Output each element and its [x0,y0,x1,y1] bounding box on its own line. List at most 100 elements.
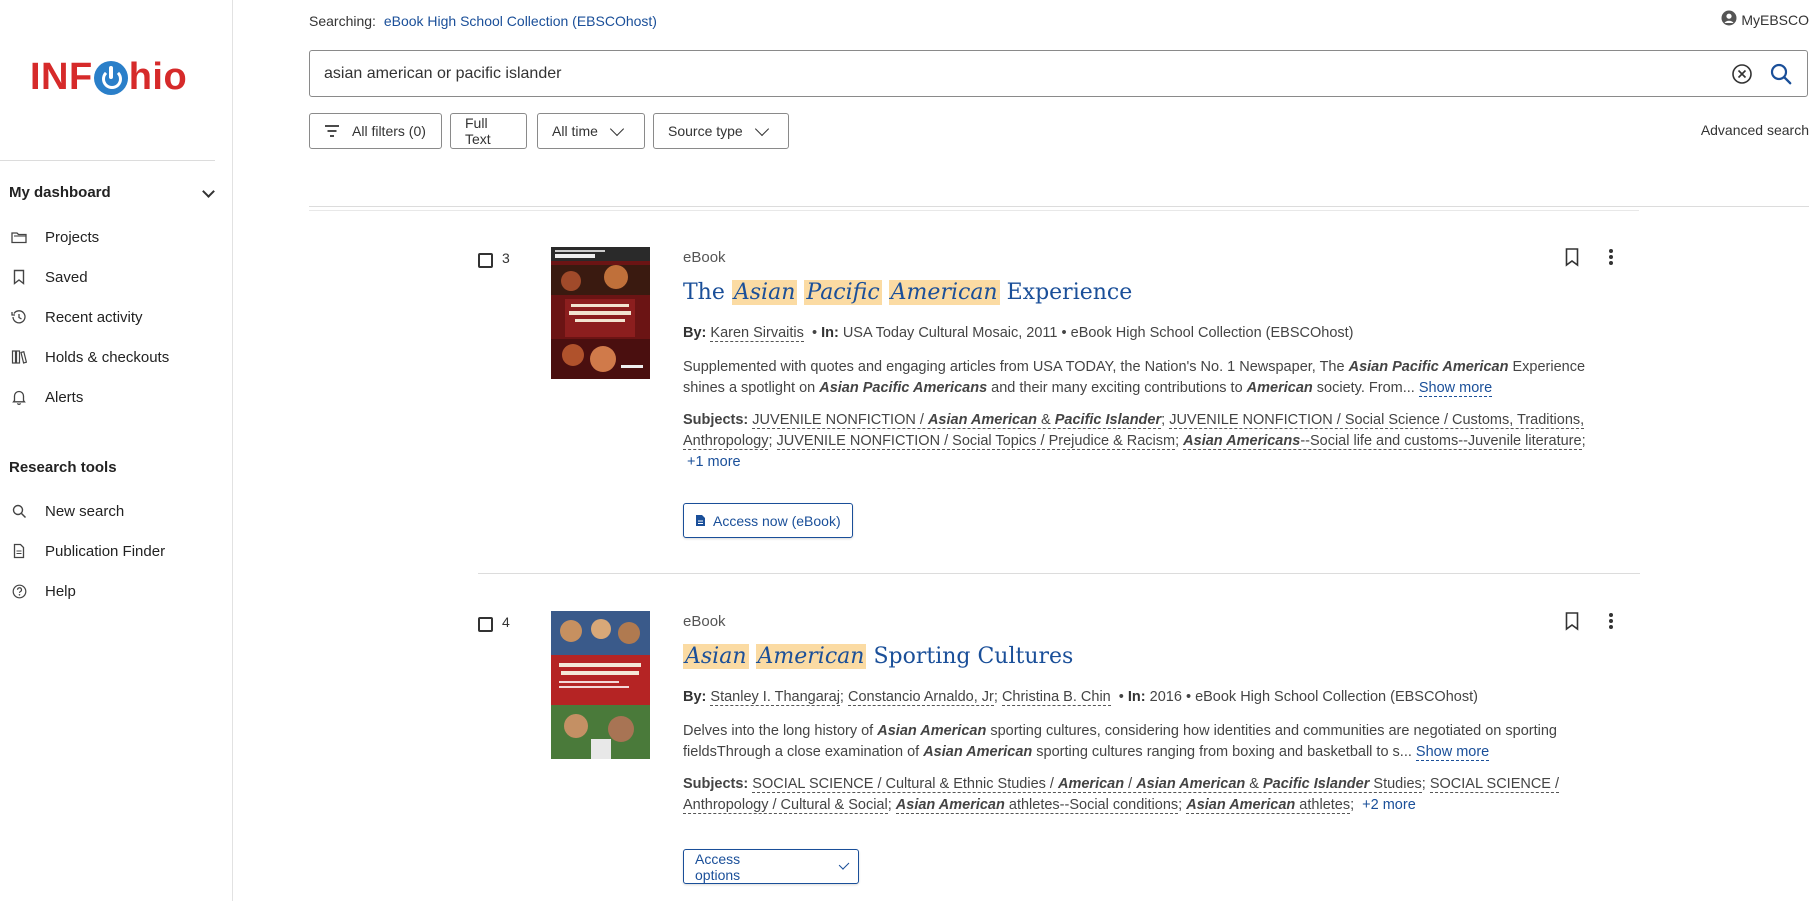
result-meta: By: Karen Sirvaitis • In: USA Today Cult… [683,325,1354,342]
title-highlight: Asian [731,280,798,305]
result-type: eBook [683,249,726,266]
sidebar-item-label: Alerts [45,388,84,406]
sidebar-item-label: Saved [45,268,88,286]
sidebar-item-label: New search [45,502,125,520]
more-subjects-link[interactable]: +1 more [687,454,741,470]
full-text-button[interactable]: Full Text [450,113,527,149]
sidebar-item-projects[interactable]: Projects [10,225,99,249]
select-checkbox[interactable] [478,253,493,268]
subject-link[interactable]: JUVENILE NONFICTION / Social Topics / Pr… [776,433,1176,450]
search-input[interactable] [324,61,1704,87]
source-text: USA Today Cultural Mosaic, 2011 [842,325,1058,341]
bookmark-icon [10,268,28,286]
chevron-down-icon [609,121,624,136]
all-filters-label: All filters (0) [352,123,426,139]
show-more-link[interactable]: Show more [1418,380,1493,397]
all-filters-button[interactable]: All filters (0) [309,113,442,149]
source-type-dropdown[interactable]: Source type [653,113,789,149]
more-subjects-link[interactable]: +2 more [1362,797,1416,813]
bookmark-icon[interactable] [1563,611,1581,635]
sidebar-item-alerts[interactable]: Alerts [10,385,83,409]
author-link[interactable]: Constancio Arnaldo, Jr [847,689,994,706]
by-label: By: [683,325,707,341]
research-tools-heading: Research tools [9,459,117,476]
title-highlight: Pacific [804,280,882,305]
sidebar-item-label: Projects [45,228,100,246]
sidebar-divider [0,160,215,161]
result-subjects: Subjects: JUVENILE NONFICTION / Asian Am… [683,412,1586,470]
sidebar-item-new-search[interactable]: New search [10,499,124,523]
header-divider [309,206,1809,207]
chevron-down-icon [754,121,769,136]
sidebar-item-help[interactable]: Help [10,579,76,603]
author-link[interactable]: Christina B. Chin [1001,689,1111,706]
show-more-link[interactable]: Show more [1415,744,1490,761]
pdf-icon [695,514,706,527]
result-meta: By: Stanley I. Thangaraj; Constancio Arn… [683,689,1478,706]
subject-link[interactable]: Asian American athletes [1186,797,1351,814]
results-top-divider [309,210,1639,211]
my-dashboard-toggle[interactable]: My dashboard [9,184,215,201]
book-cover[interactable] [551,611,650,763]
author-link[interactable]: Karen Sirvaitis [710,325,804,342]
sidebar-item-label: Holds & checkouts [45,348,170,366]
in-label: In: [1127,689,1146,705]
result-abstract: Delves into the long history of Asian Am… [683,723,1557,761]
title-highlight: Asian [683,644,749,669]
access-now-button[interactable]: Access now (eBook) [683,503,853,538]
sidebar-item-label: Help [45,582,76,600]
result-item: 3 eBook The Asian Pacific American Exper… [478,247,1640,547]
subject-link[interactable]: SOCIAL SCIENCE / Cultural & Ethnic Studi… [752,776,1422,793]
book-cover[interactable] [551,247,650,383]
database-link[interactable]: eBook High School Collection (EBSCOhost) [384,13,657,29]
select-checkbox[interactable] [478,617,493,632]
sidebar-item-publication-finder[interactable]: Publication Finder [10,539,165,563]
advanced-search-link[interactable]: Advanced search [1701,122,1809,138]
sidebar-item-recent-activity[interactable]: Recent activity [10,305,143,329]
bookmark-icon[interactable] [1563,247,1581,271]
myebsco-account[interactable]: MyEBSCO [1721,10,1809,29]
help-icon [10,582,28,600]
subjects-label: Subjects: [683,776,749,792]
date-filter-label: All time [552,123,598,139]
history-icon [10,308,28,326]
myebsco-label: MyEBSCO [1741,11,1809,28]
result-title-link[interactable]: Asian American Sporting Cultures [683,644,1073,669]
result-number: 4 [502,614,510,630]
in-label: In: [821,325,839,341]
result-number: 3 [502,250,510,266]
power-icon [93,60,128,95]
subject-link[interactable]: Asian Americans--Social life and customs… [1183,433,1582,450]
search-bar [309,50,1808,97]
more-options-icon[interactable] [1606,611,1616,635]
folder-icon [10,228,28,246]
search-submit-icon[interactable] [1769,62,1793,90]
more-options-icon[interactable] [1606,247,1616,271]
source-type-label: Source type [668,123,743,139]
result-title-link[interactable]: The Asian Pacific American Experience [683,280,1132,305]
result-abstract: Supplemented with quotes and engaging ar… [683,359,1586,397]
collection-text: eBook High School Collection (EBSCOhost) [1070,325,1354,341]
subject-link[interactable]: Asian American athletes--Social conditio… [895,797,1179,814]
title-rest: Experience [1006,280,1133,305]
subject-link[interactable]: JUVENILE NONFICTION / Asian American & P… [752,412,1162,429]
bell-icon [10,388,28,406]
sidebar: INF hio My dashboard Projects Saved Recen… [0,0,233,901]
author-link[interactable]: Stanley I. Thangaraj [710,689,840,706]
subjects-label: Subjects: [683,412,749,428]
access-options-label: Access options [695,850,741,883]
access-options-dropdown[interactable]: Access options [683,849,859,884]
search-icon [10,502,28,520]
sidebar-item-saved[interactable]: Saved [10,265,88,289]
date-filter-dropdown[interactable]: All time [537,113,645,149]
clear-search-icon[interactable] [1731,63,1753,89]
sidebar-item-label: Publication Finder [45,542,166,560]
access-now-label: Access now (eBook) [713,512,841,529]
title-prefix: The [683,280,725,305]
title-highlight: American [755,644,867,669]
infohio-logo[interactable]: INF hio [30,56,187,99]
account-icon [1721,10,1737,29]
result-item: 4 eBook Asian American Sporting Cultures… [478,611,1640,901]
logo-text-left: INF [30,56,93,98]
sidebar-item-holds-checkouts[interactable]: Holds & checkouts [10,345,169,369]
